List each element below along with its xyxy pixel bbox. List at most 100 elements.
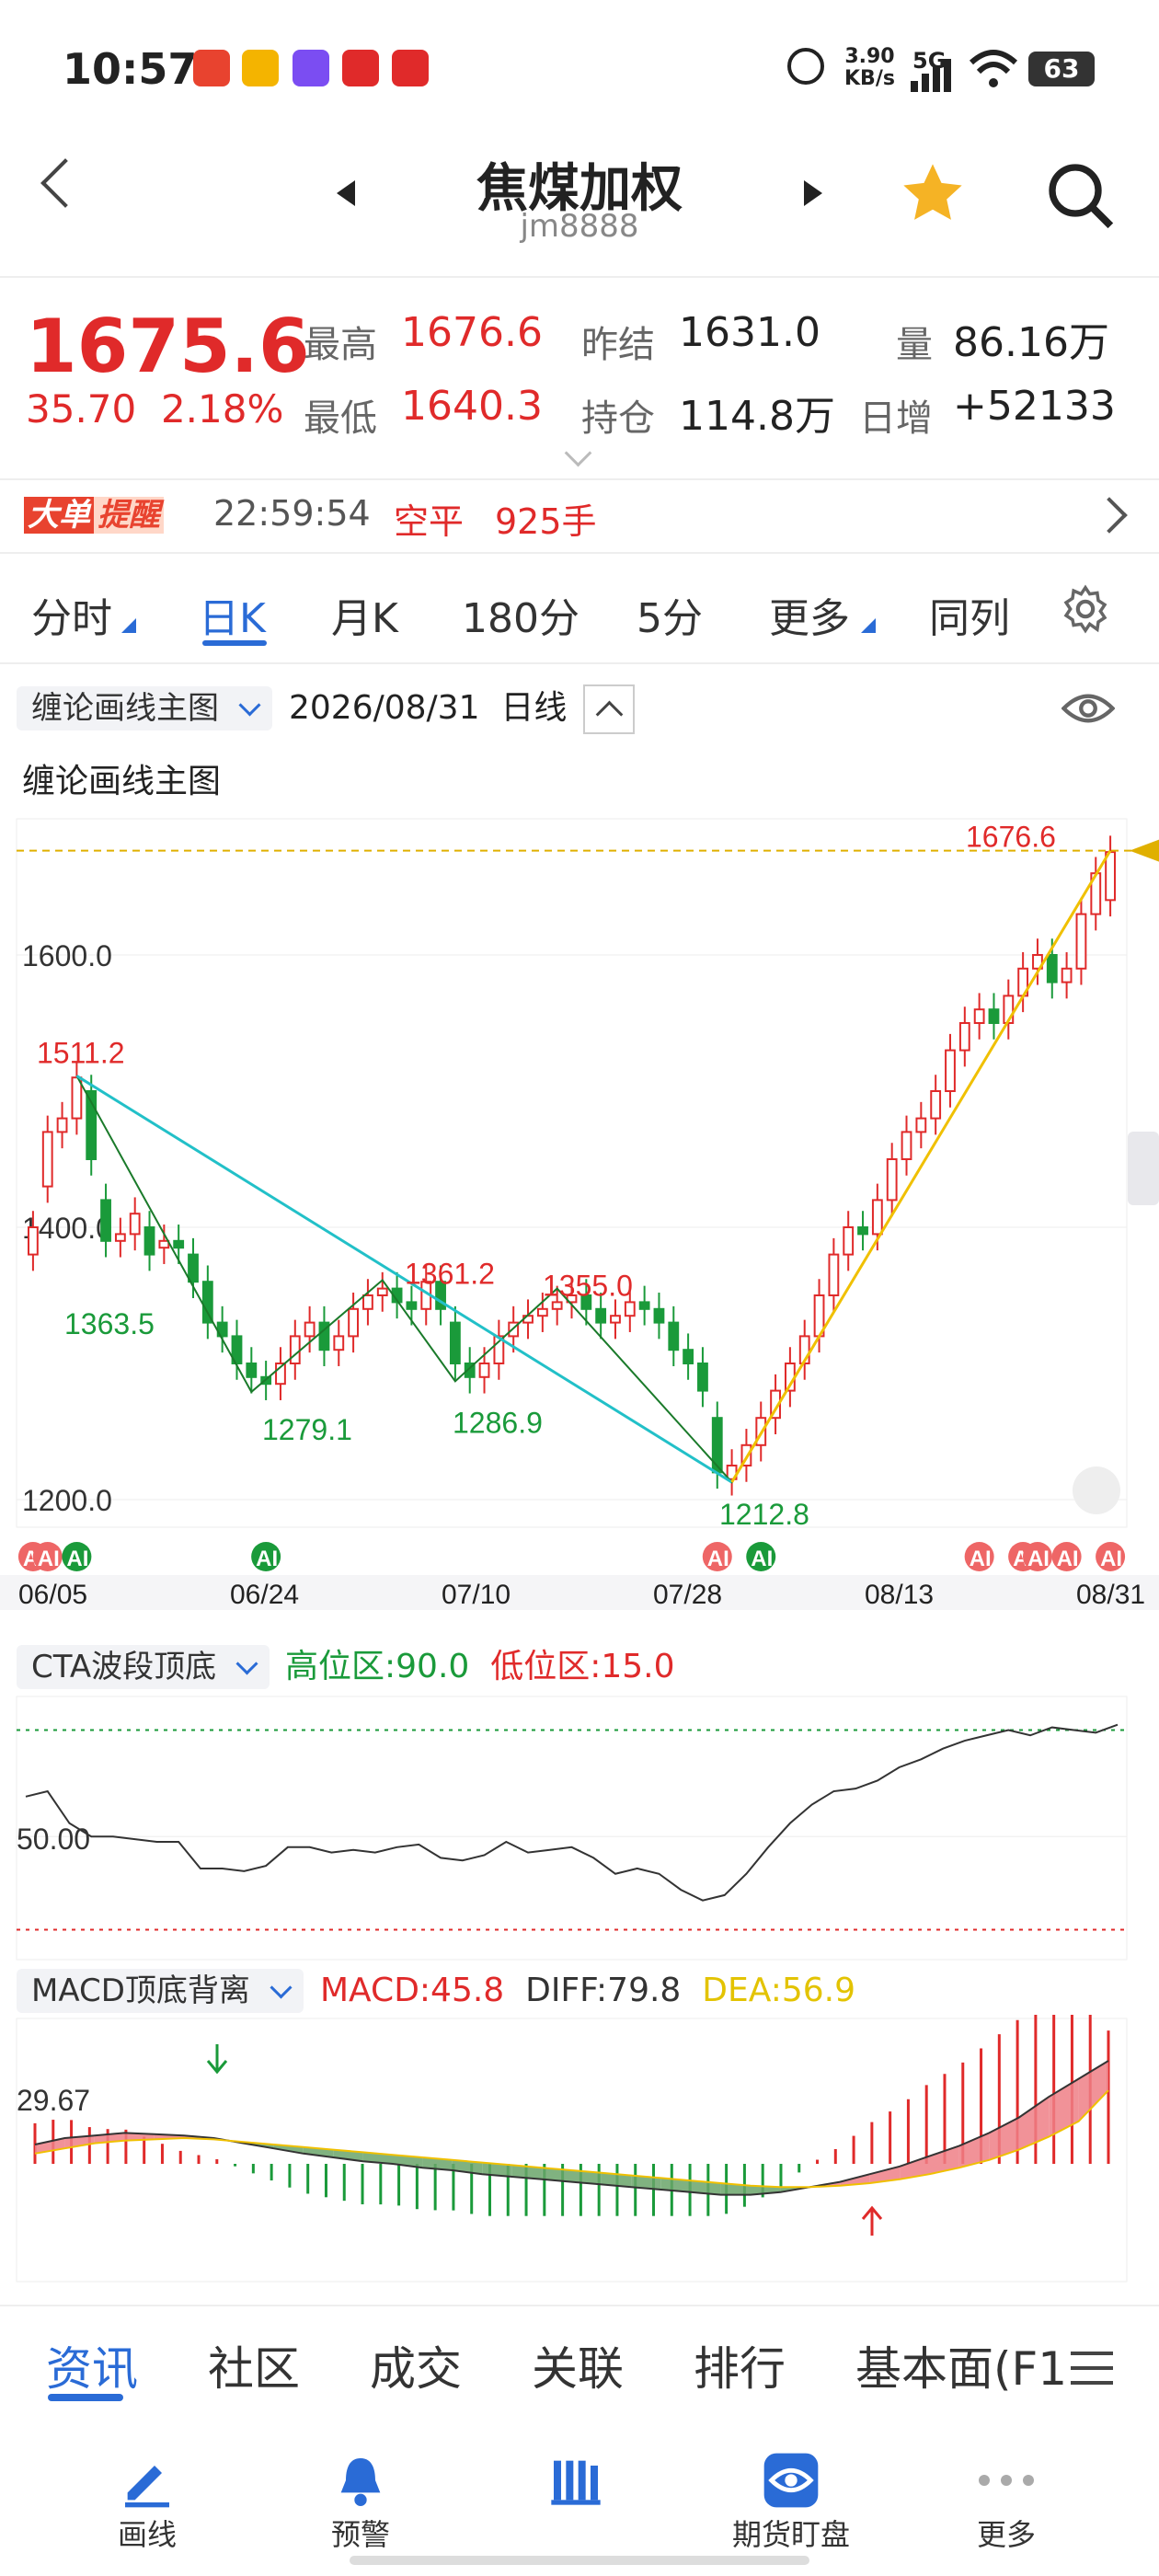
candle	[668, 1321, 680, 1351]
ai-marker-label: AI	[1100, 1547, 1122, 1571]
candle	[610, 1315, 621, 1324]
ai-marker-label: AI	[970, 1547, 992, 1571]
candle	[1075, 913, 1087, 970]
candle	[945, 1049, 956, 1093]
price-change: 35.70 2.18%	[26, 386, 283, 431]
candle	[988, 1008, 1000, 1024]
collapse-button[interactable]	[583, 684, 635, 734]
nav-fundamentals[interactable]: 基本面(F1	[855, 2332, 1067, 2398]
candle	[857, 1226, 868, 1236]
dock-draw-line[interactable]: 画线	[74, 2512, 221, 2554]
low-value: 1640.3	[401, 383, 543, 430]
settings-gear-icon[interactable]	[1060, 583, 1111, 635]
tab-monthly-k[interactable]: 月K	[331, 585, 398, 644]
nav-ranking[interactable]: 排行	[694, 2332, 786, 2398]
macd-band	[1018, 2097, 1050, 2150]
candle	[1105, 851, 1116, 902]
cta-oscillator-chart[interactable]: 50.00	[0, 1693, 1159, 1969]
candle	[551, 1301, 563, 1310]
cta-indicator-selector[interactable]: CTA波段顶底	[17, 1645, 270, 1689]
favorite-star-icon[interactable]	[898, 158, 968, 228]
volume-label: 量	[896, 324, 933, 366]
ai-marker: AI	[702, 1542, 732, 1571]
macd-indicator-label: MACD顶底背离	[31, 1972, 250, 2009]
candlestick-chart[interactable]: 1600.01400.01200.01676.61511.21363.51361…	[0, 800, 1159, 1610]
net-speed-value: 3.90	[844, 45, 895, 68]
alert-tag-primary: 大单	[24, 497, 94, 534]
candle	[114, 1233, 126, 1242]
status-time: 10:57	[63, 44, 198, 94]
alert-time: 22:59:54	[213, 493, 371, 534]
candle	[348, 1307, 360, 1338]
macd-legend: MACD:45.8 DIFF:79.8 DEA:56.9	[320, 1969, 855, 2013]
next-contract-icon[interactable]	[804, 180, 822, 206]
macd-band	[989, 2117, 1019, 2160]
draw-line-icon[interactable]	[118, 2451, 177, 2510]
candle	[478, 1363, 490, 1378]
macd-chart[interactable]: 29.67	[0, 2015, 1159, 2291]
candle	[449, 1321, 461, 1364]
tab-more[interactable]: 更多	[769, 585, 850, 644]
change-percent: 2.18%	[160, 386, 284, 431]
candle	[376, 1287, 388, 1296]
ai-marker: AI	[32, 1542, 63, 1571]
cta-legend: 高位区:90.0 低位区:15.0	[285, 1645, 674, 1689]
cta-axis-label: 50.00	[17, 1823, 90, 1856]
more-dots-icon[interactable]	[979, 2475, 1034, 2486]
cta-low-zone: 低位区:15.0	[490, 1648, 675, 1685]
cta-high-zone: 高位区:90.0	[285, 1648, 470, 1685]
app-icon	[193, 50, 230, 86]
alert-type: 空平	[394, 501, 465, 542]
dropdown-triangle-icon	[121, 618, 136, 633]
candle	[843, 1226, 855, 1256]
tab-5min[interactable]: 5分	[637, 585, 703, 644]
nav-news[interactable]: 资讯	[46, 2332, 138, 2398]
candle	[973, 1008, 985, 1024]
active-nav-underline	[48, 2394, 123, 2401]
oi-value: 114.8万	[679, 393, 835, 440]
search-icon[interactable]	[1043, 158, 1117, 232]
tab-same-list[interactable]: 同列	[929, 585, 1010, 644]
dea-value: DEA:56.9	[702, 1972, 855, 2009]
candle	[246, 1363, 258, 1378]
alarm-bell-icon[interactable]	[331, 2451, 390, 2510]
price-annotation: 1676.6	[966, 821, 1056, 854]
expand-chevron-icon[interactable]	[564, 439, 592, 467]
watch-eye-icon[interactable]	[762, 2451, 820, 2510]
ai-marker-label: AI	[751, 1547, 773, 1571]
candle	[406, 1301, 418, 1310]
prev-settle-label: 昨结	[581, 324, 655, 366]
nav-related[interactable]: 关联	[532, 2332, 624, 2398]
candle	[1061, 967, 1073, 983]
book-icon[interactable]	[546, 2451, 605, 2510]
app-icon	[342, 50, 379, 86]
main-indicator-selector[interactable]: 缠论画线主图	[17, 686, 272, 730]
price-annotation: 1361.2	[405, 1257, 495, 1290]
app-icon	[293, 50, 329, 86]
contract-code: jm8888	[520, 208, 639, 245]
nav-community[interactable]: 社区	[208, 2332, 300, 2398]
menu-icon[interactable]	[1071, 2352, 1113, 2388]
tab-daily-k[interactable]: 日K	[199, 585, 266, 644]
dock-alert[interactable]: 预警	[287, 2512, 434, 2554]
candle	[653, 1307, 665, 1324]
tab-intraday[interactable]: 分时	[31, 585, 112, 644]
x-tick-label: 06/05	[18, 1580, 87, 1610]
tab-180min[interactable]: 180分	[462, 585, 580, 644]
eye-icon[interactable]	[1061, 688, 1115, 729]
change-value: 35.70	[26, 386, 137, 431]
candle	[1046, 954, 1058, 983]
candle	[362, 1294, 373, 1310]
dock-more[interactable]: 更多	[933, 2512, 1080, 2554]
candle	[711, 1417, 723, 1474]
alarm-icon	[787, 48, 824, 85]
app-icon	[392, 50, 429, 86]
price-annotation: 1212.8	[719, 1498, 809, 1531]
nav-trades[interactable]: 成交	[370, 2332, 462, 2398]
dock-watch[interactable]: 期货盯盘	[708, 2512, 874, 2554]
dropdown-triangle-icon	[861, 618, 876, 633]
macd-indicator-selector[interactable]: MACD顶底背离	[17, 1969, 304, 2013]
price-annotation: 1511.2	[37, 1036, 125, 1069]
high-value: 1676.6	[401, 309, 543, 356]
price-annotation: 1355.0	[543, 1270, 633, 1303]
